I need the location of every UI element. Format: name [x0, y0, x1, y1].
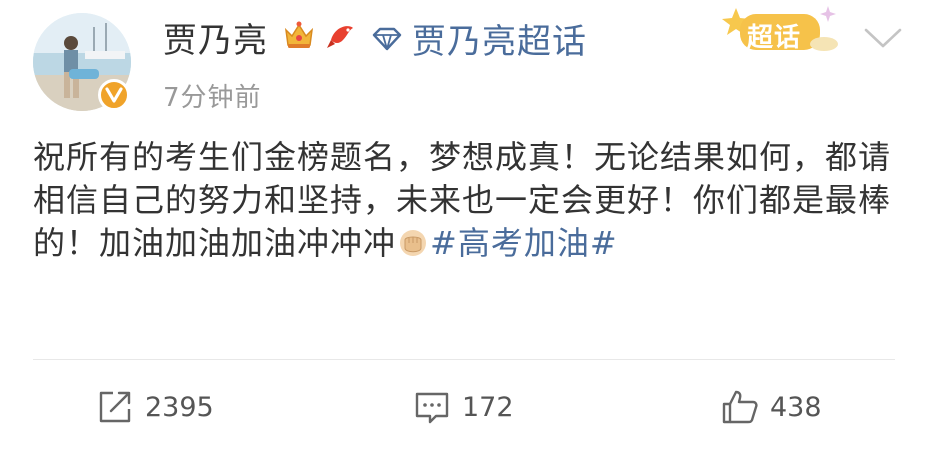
supertopic-link[interactable]: 贾乃亮超话	[370, 14, 587, 63]
repost-button[interactable]: 2395	[95, 383, 214, 431]
username[interactable]: 贾乃亮	[163, 13, 268, 62]
comment-icon	[415, 392, 449, 424]
comment-button[interactable]: 172	[412, 383, 514, 431]
verified-v-icon	[105, 87, 123, 103]
koi-fish-icon	[327, 26, 353, 48]
like-count: 438	[770, 391, 822, 423]
crown-icon	[284, 21, 314, 48]
hashtag-link[interactable]: #高考加油#	[430, 224, 618, 262]
chevron-down-icon[interactable]	[862, 24, 904, 52]
repost-icon	[99, 391, 131, 423]
post-content: 祝所有的考生们金榜题名，梦想成真！无论结果如何，都请相信自己的努力和坚持，未来也…	[33, 136, 903, 265]
like-button[interactable]: 438	[720, 383, 822, 431]
supertopic-button-label: 超话	[747, 23, 802, 53]
fist-emoji-icon	[400, 230, 427, 256]
diamond-icon	[372, 27, 402, 50]
repost-count: 2395	[145, 391, 214, 423]
post-timestamp: 7分钟前	[163, 83, 262, 113]
weibo-post: 贾乃亮 贾乃亮超话 超话 7分钟前 祝所有的考生们金榜题名，梦想成真！无论结果如…	[0, 0, 928, 453]
comment-count: 172	[462, 391, 514, 423]
supertopic-link-label: 贾乃亮超话	[412, 22, 587, 62]
action-bar: 2395 172 438	[0, 383, 928, 431]
thumbs-up-icon	[722, 390, 758, 424]
divider	[33, 359, 895, 360]
verified-badge-icon	[98, 79, 130, 111]
